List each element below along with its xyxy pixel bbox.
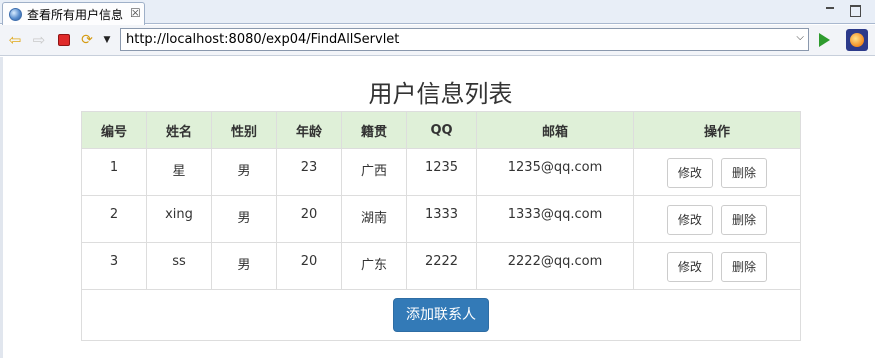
table-row: 3 ss 男 20 广东 2222 2222@qq.com 修改 删除 xyxy=(81,242,801,290)
cell-email: 1333@qq.com xyxy=(476,195,634,243)
delete-button[interactable]: 删除 xyxy=(721,205,768,235)
stop-icon[interactable] xyxy=(55,31,73,49)
users-table: 编号 姓名 性别 年龄 籍贯 QQ 邮箱 操作 1 星 男 23 广西 1235… xyxy=(81,111,801,341)
cell-qq: 1235 xyxy=(406,148,477,196)
cell-age: 23 xyxy=(276,148,342,196)
cell-id: 1 xyxy=(81,148,147,196)
cell-actions: 修改 删除 xyxy=(633,242,801,290)
edit-button[interactable]: 修改 xyxy=(666,158,713,188)
column-header: QQ xyxy=(406,111,477,149)
tab-title: 查看所有用户信息 xyxy=(27,8,124,22)
cell-gender: 男 xyxy=(211,195,277,243)
cell-id: 2 xyxy=(81,195,147,243)
delete-button[interactable]: 删除 xyxy=(721,158,768,188)
go-icon[interactable] xyxy=(817,32,831,48)
table-row: 1 星 男 23 广西 1235 1235@qq.com 修改 删除 xyxy=(81,148,801,196)
globe-icon xyxy=(9,8,22,21)
cell-gender: 男 xyxy=(211,242,277,290)
cell-name: ss xyxy=(146,242,212,290)
edit-button[interactable]: 修改 xyxy=(666,252,713,282)
forward-arrow-icon[interactable]: ⇨ xyxy=(30,31,48,49)
eclipse-icon[interactable] xyxy=(846,29,868,51)
cell-actions: 修改 删除 xyxy=(633,148,801,196)
column-header: 性别 xyxy=(211,111,277,149)
cell-hometown: 广东 xyxy=(341,242,407,290)
refresh-icon[interactable]: ⟳ xyxy=(78,31,96,49)
cell-age: 20 xyxy=(276,242,342,290)
column-header: 年龄 xyxy=(276,111,342,149)
browser-tab[interactable]: 查看所有用户信息 ☒ xyxy=(2,2,145,25)
column-header: 编号 xyxy=(81,111,147,149)
cell-qq: 1333 xyxy=(406,195,477,243)
cell-hometown: 广西 xyxy=(341,148,407,196)
cell-email: 2222@qq.com xyxy=(476,242,634,290)
page-title: 用户信息列表 xyxy=(368,80,513,108)
tab-bar: 查看所有用户信息 ☒ xyxy=(0,0,875,25)
cell-hometown: 湖南 xyxy=(341,195,407,243)
cell-name: xing xyxy=(146,195,212,243)
cell-actions: 修改 删除 xyxy=(633,195,801,243)
delete-button[interactable]: 删除 xyxy=(721,252,768,282)
chevron-down-icon[interactable]: ⌵ xyxy=(796,32,804,43)
table-header-row: 编号 姓名 性别 年龄 籍贯 QQ 邮箱 操作 xyxy=(81,111,801,149)
footer-cell: 添加联系人 xyxy=(81,289,801,341)
cell-qq: 2222 xyxy=(406,242,477,290)
page-content: 用户信息列表 编号 姓名 性别 年龄 籍贯 QQ 邮箱 操作 1 星 男 23 xyxy=(0,57,875,358)
cell-age: 20 xyxy=(276,195,342,243)
column-header: 姓名 xyxy=(146,111,212,149)
cell-email: 1235@qq.com xyxy=(476,148,634,196)
cell-id: 3 xyxy=(81,242,147,290)
url-input[interactable]: http://localhost:8080/exp04/FindAllServl… xyxy=(120,28,809,51)
column-header: 操作 xyxy=(633,111,801,149)
add-contact-button[interactable]: 添加联系人 xyxy=(393,298,489,332)
column-header: 籍贯 xyxy=(341,111,407,149)
cell-gender: 男 xyxy=(211,148,277,196)
table-row: 2 xing 男 20 湖南 1333 1333@qq.com 修改 删除 xyxy=(81,195,801,243)
cell-name: 星 xyxy=(146,148,212,196)
column-header: 邮箱 xyxy=(476,111,634,149)
dropdown-icon[interactable]: ▼ xyxy=(98,31,116,49)
maximize-icon[interactable] xyxy=(848,3,862,17)
table-footer-row: 添加联系人 xyxy=(81,289,801,341)
edit-button[interactable]: 修改 xyxy=(666,205,713,235)
close-icon[interactable]: ☒ xyxy=(130,6,141,20)
minimize-icon[interactable] xyxy=(823,3,837,17)
url-text: http://localhost:8080/exp04/FindAllServl… xyxy=(126,32,400,47)
back-arrow-icon[interactable]: ⇦ xyxy=(6,31,24,49)
